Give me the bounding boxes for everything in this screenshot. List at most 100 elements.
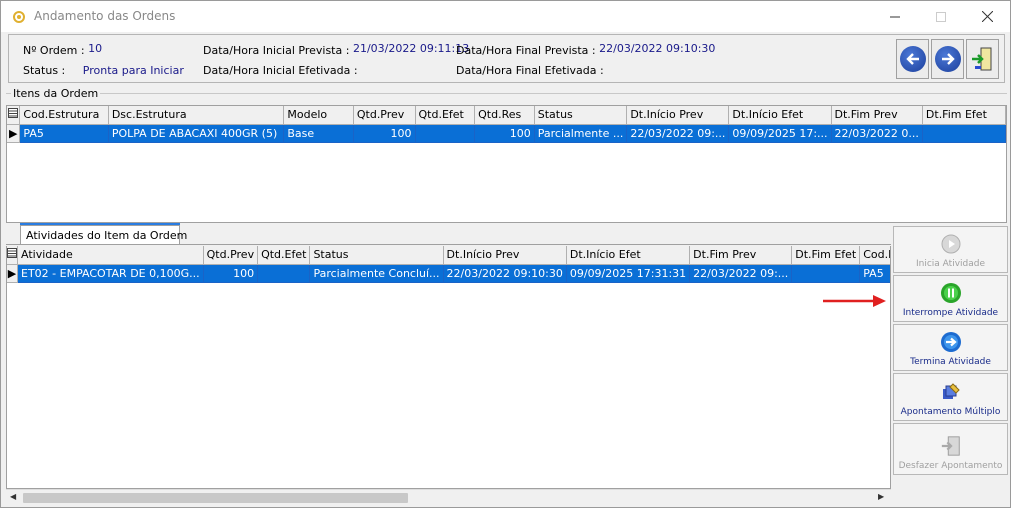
itens-column-chooser-icon[interactable] (7, 106, 21, 125)
table-cell[interactable]: Base (283, 124, 354, 143)
apontamento-multiplo-label: Apontamento Múltiplo (900, 407, 1001, 417)
interrompe-atividade-label: Interrompe Atividade (902, 308, 999, 318)
table-cell[interactable]: ET02 - EMPACOTAR DE 0,100G... (17, 264, 204, 283)
itens-col-header[interactable]: Dt.Início Prev (626, 106, 730, 125)
table-cell[interactable]: PA5 (19, 124, 109, 143)
atividades-col-header[interactable]: Dt.Início Efet (566, 246, 691, 265)
atividades-col-header[interactable]: Status (309, 246, 444, 265)
minimize-icon (890, 16, 900, 17)
table-cell[interactable]: PA5 (859, 264, 890, 283)
dt-ini-efet-field: Data/Hora Inicial Efetivada : (203, 64, 358, 77)
inicia-atividade-label: Inicia Atividade (915, 259, 986, 269)
ordem-field: Nº Ordem : 10 (23, 42, 103, 57)
itens-groupbox-border (6, 93, 1007, 94)
next-button[interactable] (931, 39, 964, 79)
itens-table-row[interactable]: ▶ PA5 POLPA DE ABACAXI 400GR (5) Base 10… (7, 124, 1006, 143)
atividades-col-header[interactable]: Qtd.Prev (203, 246, 259, 265)
exit-button[interactable] (966, 39, 999, 79)
desfazer-apontamento-label: Desfazer Apontamento (898, 461, 1003, 471)
atividades-grid[interactable]: Atividade Qtd.Prev Qtd.Efet Status Dt.In… (6, 246, 891, 489)
minimize-button[interactable] (872, 1, 918, 32)
tab-baseline (6, 244, 891, 245)
dt-ini-prev-field: Data/Hora Inicial Prevista : 21/03/2022 … (203, 42, 470, 57)
table-cell[interactable]: Parcialmente Concluí... (309, 264, 444, 283)
multi-edit-icon (940, 381, 962, 403)
table-cell[interactable]: POLPA DE ABACAXI 400GR (5) (108, 124, 285, 143)
atividades-col-header[interactable]: Atividade (17, 246, 204, 265)
table-cell[interactable]: 09/09/2025 17:... (728, 124, 832, 143)
row-indicator-icon: ▶ (7, 264, 18, 283)
dt-ini-prev-value: 21/03/2022 09:11:13 (352, 42, 470, 55)
termina-atividade-label: Termina Atividade (910, 357, 991, 367)
table-cell[interactable] (791, 264, 861, 283)
apontamento-multiplo-button[interactable]: Apontamento Múltiplo (893, 373, 1008, 421)
dt-fim-prev-value: 22/03/2022 09:10:30 (599, 42, 716, 55)
desfazer-apontamento-button[interactable]: Desfazer Apontamento (893, 423, 1008, 475)
atividades-table: Atividade Qtd.Prev Qtd.Efet Status Dt.In… (7, 246, 890, 283)
table-cell[interactable] (415, 124, 476, 143)
status-field: Status : Pronta para Iniciar (23, 64, 184, 77)
itens-col-header[interactable]: Dt.Início Efet (728, 106, 832, 125)
red-arrow-icon (823, 295, 886, 307)
order-header-panel: Nº Ordem : 10 Status : Pronta para Inici… (8, 34, 1005, 83)
table-cell[interactable]: 09/09/2025 17:31:31 (566, 264, 691, 283)
status-value: Pronta para Iniciar (82, 64, 184, 77)
interrompe-atividade-button[interactable]: Interrompe Atividade (893, 275, 1008, 322)
table-cell[interactable]: 100 (353, 124, 416, 143)
table-cell[interactable]: 100 (203, 264, 259, 283)
scroll-right-icon[interactable]: ▶ (878, 492, 884, 501)
dt-ini-efet-label: Data/Hora Inicial Efetivada : (203, 64, 358, 77)
horizontal-scrollbar[interactable]: ◀ ▶ (6, 489, 891, 506)
itens-col-header[interactable]: Qtd.Efet (415, 106, 476, 125)
arrow-left-icon (899, 46, 926, 72)
atividades-col-header[interactable]: Dt.Fim Prev (689, 246, 793, 265)
atividades-table-row[interactable]: ▶ ET02 - EMPACOTAR DE 0,100G... 100 Parc… (7, 264, 890, 283)
itens-grid[interactable]: Cod.Estrutura Dsc.Estrutura Modelo Qtd.P… (6, 105, 1007, 223)
play-disabled-icon (940, 233, 962, 255)
table-cell[interactable]: Parcialmente ... (534, 124, 628, 143)
app-gear-icon (13, 11, 25, 23)
actions-panel: Inicia Atividade Interrompe Atividade Te… (891, 223, 1010, 506)
table-cell[interactable]: 22/03/2022 09:... (689, 264, 793, 283)
atividades-col-header[interactable]: Dt.Início Prev (443, 246, 567, 265)
itens-col-header[interactable]: Qtd.Prev (353, 106, 416, 125)
window-title: Andamento das Ordens (34, 9, 176, 23)
close-button[interactable] (964, 1, 1010, 32)
atividades-col-header[interactable]: Dt.Fim Efet (791, 246, 861, 265)
scroll-thumb[interactable] (23, 493, 408, 503)
previous-button[interactable] (896, 39, 929, 79)
dt-fim-prev-field: Data/Hora Final Prevista : 22/03/2022 09… (456, 42, 716, 57)
row-indicator-icon: ▶ (7, 124, 21, 143)
itens-col-header[interactable]: Qtd.Res (474, 106, 535, 125)
itens-col-header[interactable]: Cod.Estrutura (19, 106, 109, 125)
title-bar: Andamento das Ordens (1, 1, 1010, 32)
atividades-column-chooser-icon[interactable] (7, 246, 18, 265)
atividades-col-header[interactable]: Cod.Estr.Feita (859, 246, 890, 265)
ordem-value: 10 (88, 42, 103, 55)
tab-atividades[interactable]: Atividades do Item da Ordem (20, 225, 187, 245)
dt-fim-efet-field: Data/Hora Final Efetivada : (456, 64, 604, 77)
itens-col-header[interactable]: Dt.Fim Prev (831, 106, 923, 125)
itens-col-header[interactable]: Modelo (283, 106, 354, 125)
table-cell[interactable] (922, 124, 1006, 143)
table-cell[interactable]: 22/03/2022 0... (831, 124, 923, 143)
itens-col-header[interactable]: Dt.Fim Efet (922, 106, 1006, 125)
maximize-icon (936, 11, 946, 22)
table-cell[interactable] (257, 264, 311, 283)
itens-col-header[interactable]: Dsc.Estrutura (108, 106, 285, 125)
undo-door-icon (940, 435, 962, 457)
atividades-col-header[interactable]: Qtd.Efet (257, 246, 311, 265)
dt-fim-efet-label: Data/Hora Final Efetivada : (456, 64, 604, 77)
itens-col-header[interactable]: Status (534, 106, 628, 125)
maximize-button[interactable] (918, 1, 964, 32)
inicia-atividade-button[interactable]: Inicia Atividade (893, 226, 1008, 273)
table-cell[interactable]: 22/03/2022 09:10:30 (443, 264, 567, 283)
scroll-left-icon[interactable]: ◀ (10, 492, 16, 501)
table-cell[interactable]: 22/03/2022 09:... (626, 124, 730, 143)
termina-atividade-button[interactable]: Termina Atividade (893, 324, 1008, 371)
dt-ini-prev-label: Data/Hora Inicial Prevista : (203, 44, 350, 57)
table-cell[interactable]: 100 (474, 124, 535, 143)
pause-icon (940, 282, 962, 304)
atividades-header-row: Atividade Qtd.Prev Qtd.Efet Status Dt.In… (7, 246, 890, 265)
finish-arrow-icon (940, 331, 962, 353)
